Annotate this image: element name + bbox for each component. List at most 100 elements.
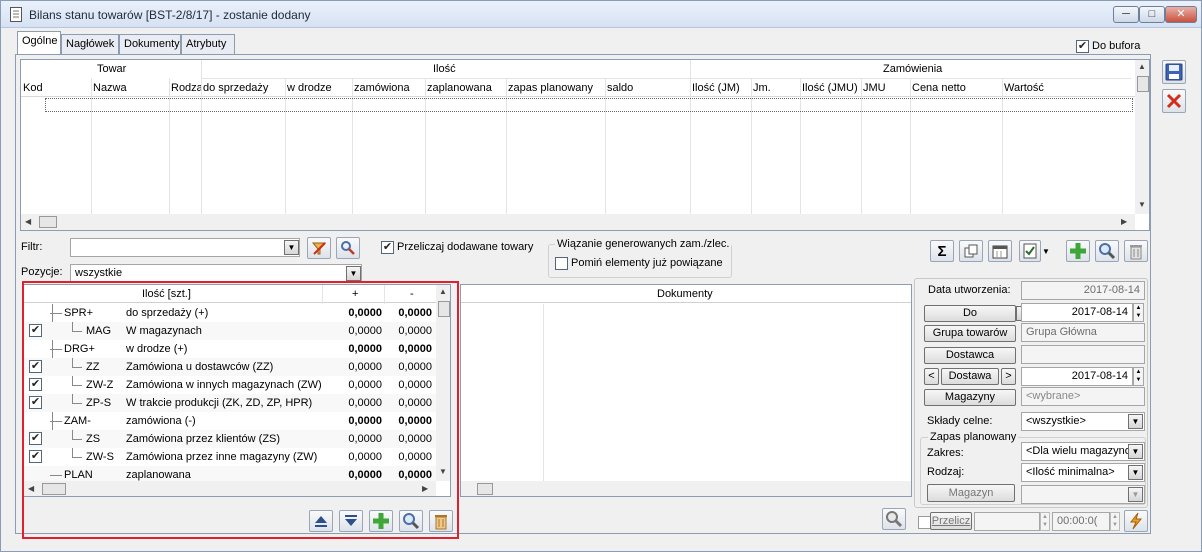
do-bufora-checkbox[interactable]: ✔: [1076, 40, 1089, 53]
filter-input[interactable]: [70, 238, 300, 257]
save-button[interactable]: [1162, 60, 1186, 84]
rodzaj-label: Rodzaj:: [927, 466, 965, 478]
top-grid-vscroll[interactable]: ▲ ▼: [1135, 60, 1149, 214]
przelicz-button[interactable]: Przelicz: [930, 512, 972, 530]
maximize-button[interactable]: □: [1139, 6, 1165, 23]
documents-grid[interactable]: Dokumenty: [460, 284, 912, 497]
filter-builder-button[interactable]: [336, 237, 360, 259]
lightning-icon: [1129, 512, 1143, 530]
col-wartosc[interactable]: Wartość: [1004, 82, 1044, 94]
col-do-sprzedazy[interactable]: do sprzedaży: [203, 82, 268, 94]
tab-ogolne[interactable]: Ogólne: [17, 31, 61, 55]
col-ilosc-jmu[interactable]: Ilość (JMU): [802, 82, 858, 94]
przelicz-time-field: 00:00:0(: [1052, 512, 1110, 531]
add-item-button[interactable]: [1066, 240, 1090, 262]
dostawa-prev-button[interactable]: <: [924, 368, 939, 385]
pozycje-label: Pozycje:: [21, 266, 63, 278]
do-button[interactable]: Do: [924, 305, 1016, 322]
dostawa-button[interactable]: Dostawa: [941, 368, 999, 385]
data-utworzenia-field: 2017-08-14: [1021, 281, 1145, 300]
main-panel: Towar Ilość Zamówienia Kod Nazwa Rodza d…: [15, 54, 1151, 539]
dostawa-next-button[interactable]: >: [1001, 368, 1016, 385]
col-nazwa[interactable]: Nazwa: [93, 82, 127, 94]
calendar-icon: [992, 245, 1008, 259]
col-kod[interactable]: Kod: [23, 82, 43, 94]
items-grid[interactable]: Towar Ilość Zamówienia Kod Nazwa Rodza d…: [20, 59, 1150, 231]
floppy-icon: [1165, 63, 1183, 81]
dostawca-field: [1021, 345, 1145, 364]
col-rodzaj[interactable]: Rodza: [171, 82, 201, 94]
col-zapas-planowany[interactable]: zapas planowany: [508, 82, 593, 94]
cancel-button[interactable]: [1162, 89, 1186, 113]
col-jmu[interactable]: JMU: [863, 82, 886, 94]
do-date-field[interactable]: 2017-08-14: [1021, 303, 1133, 322]
documents-hscroll[interactable]: [461, 481, 911, 496]
przelicz-date-field: [974, 512, 1040, 531]
zakres-select[interactable]: <Dla wielu magazyno: [1021, 442, 1145, 461]
filter-dropdown[interactable]: ▼: [284, 240, 299, 255]
przeliczaj-label: Przeliczaj dodawane towary: [397, 241, 534, 253]
top-grid-hscroll[interactable]: ◀ ▶: [21, 214, 1135, 230]
preview-button[interactable]: [1095, 240, 1119, 262]
col-saldo[interactable]: saldo: [607, 82, 633, 94]
magnifier-icon: [1099, 243, 1116, 260]
generate-button[interactable]: [959, 240, 983, 262]
przeliczaj-checkbox[interactable]: ✔: [381, 241, 394, 254]
col-zamowiona[interactable]: zamówiona: [354, 82, 410, 94]
close-button[interactable]: ✕: [1165, 6, 1197, 23]
col-cena-netto[interactable]: Cena netto: [912, 82, 966, 94]
new-row-placeholder[interactable]: [45, 98, 1133, 112]
trash-icon: [1130, 245, 1142, 260]
magazyny-button[interactable]: Magazyny: [924, 389, 1016, 406]
window-title: Bilans stanu towarów [BST-2/8/17] - zost…: [29, 8, 311, 22]
magazyn-select[interactable]: [1021, 485, 1145, 504]
pozycje-dropdown[interactable]: ▼: [346, 266, 361, 281]
zapas-group-label: Zapas planowany: [928, 431, 1019, 443]
documents-preview-button[interactable]: [882, 508, 906, 530]
col-zaplanowana[interactable]: zaplanowana: [427, 82, 492, 94]
do-date-spinner[interactable]: ▲ ▼: [1133, 303, 1144, 322]
tab-naglowek[interactable]: Nagłówek: [61, 34, 119, 54]
red-x-icon: [1166, 93, 1182, 109]
sklady-label: Składy celne:: [927, 415, 993, 427]
approve-list-button[interactable]: [1019, 240, 1041, 262]
delete-button[interactable]: [1124, 240, 1148, 262]
sklady-select[interactable]: <wszystkie>: [1021, 412, 1145, 431]
sklady-dropdown[interactable]: ▼: [1128, 414, 1143, 429]
tab-dokumenty[interactable]: Dokumenty: [119, 34, 181, 54]
rodzaj-dropdown[interactable]: ▼: [1128, 465, 1143, 480]
minimize-button[interactable]: ─: [1113, 6, 1139, 23]
rodzaj-select[interactable]: <Ilość minimalna>: [1021, 463, 1145, 482]
dostawa-date-spinner[interactable]: ▲ ▼: [1133, 367, 1144, 386]
sum-button[interactable]: Σ: [930, 240, 954, 262]
col-ilosc-jm[interactable]: Ilość (JM): [692, 82, 740, 94]
highlight-box: [22, 281, 459, 539]
pomin-label: Pomiń elementy już powiązane: [571, 257, 723, 269]
run-calculation-button[interactable]: [1124, 510, 1148, 532]
approve-dropdown-arrow-icon[interactable]: ▼: [1042, 243, 1050, 261]
col-dokumenty[interactable]: Dokumenty: [657, 288, 713, 300]
zakres-label: Zakres:: [927, 447, 964, 459]
calendar-button[interactable]: [988, 240, 1012, 262]
title-bar: Bilans stanu towarów [BST-2/8/17] - zost…: [1, 1, 1201, 28]
grupa-towarow-button[interactable]: Grupa towarów: [924, 325, 1016, 342]
data-utworzenia-label: Data utworzenia:: [928, 284, 1011, 296]
group-ilosc: Ilość: [433, 63, 456, 75]
dostawca-button[interactable]: Dostawca: [924, 347, 1016, 364]
dostawa-date-field[interactable]: 2017-08-14: [1021, 367, 1133, 386]
pomin-checkbox[interactable]: [555, 257, 568, 270]
magnifier-icon: [886, 511, 903, 528]
do-bufora-label: Do bufora: [1092, 40, 1141, 52]
clear-filter-button[interactable]: [307, 237, 331, 259]
col-w-drodze[interactable]: w drodze: [287, 82, 332, 94]
tab-atrybuty[interactable]: Atrybuty: [181, 34, 235, 54]
magazyn-dropdown[interactable]: ▼: [1128, 487, 1143, 502]
przelicz-time-spinner[interactable]: ▲ ▼: [1110, 512, 1120, 531]
funnel-clear-icon: [311, 242, 327, 255]
przelicz-date-spinner[interactable]: ▲ ▼: [1040, 512, 1050, 531]
group-zamowienia: Zamówienia: [883, 63, 943, 75]
filter-search-icon: [341, 241, 355, 255]
zakres-dropdown[interactable]: ▼: [1128, 444, 1143, 459]
col-jm[interactable]: Jm.: [753, 82, 771, 94]
magazyn-button[interactable]: Magazyn: [927, 484, 1015, 502]
